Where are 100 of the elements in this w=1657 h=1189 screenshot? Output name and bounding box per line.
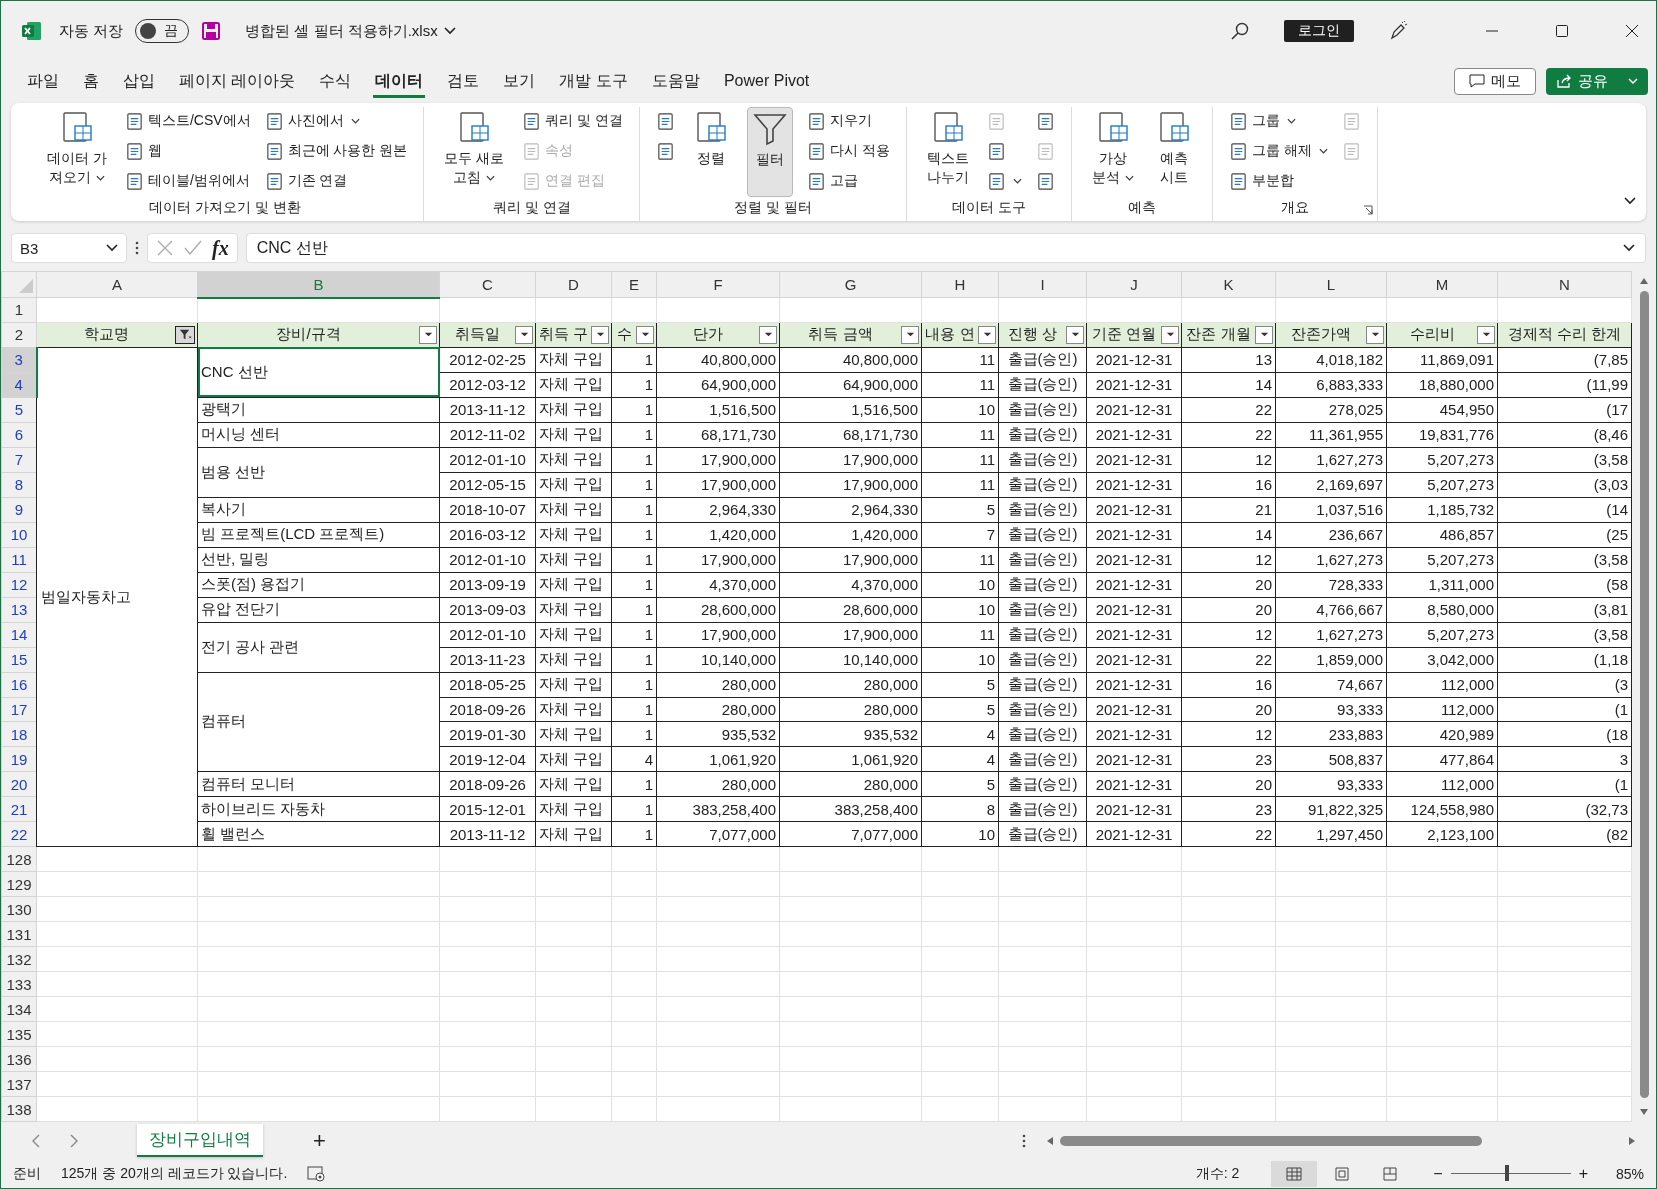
zoom-out-button[interactable]: − <box>1433 1164 1443 1183</box>
ribbon-tab[interactable]: 홈 <box>71 64 111 98</box>
ribbon-tab[interactable]: 수식 <box>307 64 364 98</box>
row-number[interactable]: 4 <box>1 372 37 398</box>
filter-button[interactable] <box>515 325 533 344</box>
ribbon-button[interactable]: 지우기 <box>807 109 890 133</box>
filter-button[interactable] <box>591 325 609 344</box>
maximize-icon[interactable] <box>1554 23 1570 39</box>
ribbon-button[interactable]: 가상 분석 <box>1087 107 1138 197</box>
name-box[interactable]: B3 <box>11 233 127 263</box>
share-button[interactable]: 공유 <box>1546 67 1648 95</box>
row-number[interactable]: 20 <box>1 771 37 797</box>
ribbon-tab[interactable]: 검토 <box>435 64 492 98</box>
file-name-button[interactable]: 병합된 셀 필터 적용하기.xlsx <box>245 21 456 41</box>
row-number[interactable]: 9 <box>1 497 37 523</box>
row-number[interactable]: 21 <box>1 796 37 822</box>
ribbon-button[interactable]: 웹 <box>124 139 251 163</box>
row-number[interactable]: 11 <box>1 547 37 573</box>
row-number[interactable]: 10 <box>1 522 37 548</box>
row-number[interactable]: 131 <box>1 921 37 947</box>
row-number[interactable]: 13 <box>1 597 37 623</box>
ribbon-button[interactable]: 정렬 <box>689 107 734 197</box>
ribbon-tab[interactable]: 파일 <box>15 64 71 98</box>
column-header[interactable]: G <box>779 271 922 298</box>
row-number[interactable]: 16 <box>1 672 37 697</box>
ribbon-button[interactable]: 모두 새로 고침 <box>440 107 509 197</box>
ribbon-tab[interactable]: 삽입 <box>111 64 167 98</box>
ribbon-button[interactable]: 다시 적용 <box>807 139 890 163</box>
add-sheet-button[interactable]: + <box>313 1127 326 1154</box>
ribbon-tab[interactable]: 페이지 레이아웃 <box>167 64 308 98</box>
row-number[interactable]: 8 <box>1 472 37 498</box>
column-header[interactable]: D <box>535 271 612 298</box>
column-header[interactable]: A <box>36 271 198 298</box>
ribbon-button[interactable]: 필터 <box>747 107 794 197</box>
accessibility-icon[interactable] <box>307 1165 326 1182</box>
insert-function-button[interactable]: fx <box>212 236 229 260</box>
memo-button[interactable]: 메모 <box>1454 67 1536 95</box>
spreadsheet-logo-icon[interactable] <box>21 20 43 42</box>
row-number[interactable]: 7 <box>1 447 37 473</box>
filter-button[interactable] <box>1161 325 1179 344</box>
pen-icon[interactable] <box>1388 21 1408 41</box>
ribbon-button[interactable]: 텍스트 나누기 <box>922 107 973 197</box>
ribbon-button[interactable]: 그룹 해제 <box>1228 139 1328 163</box>
more-icon[interactable] <box>1022 1132 1026 1149</box>
row-number[interactable]: 14 <box>1 622 37 648</box>
ribbon-button[interactable]: 고급 <box>807 169 890 193</box>
row-number[interactable]: 134 <box>1 996 37 1022</box>
column-header[interactable]: I <box>998 271 1087 298</box>
ribbon-button[interactable]: 기존 연결 <box>264 169 408 193</box>
ribbon-button[interactable]: 데이터 가 져오기 <box>43 107 111 197</box>
scroll-down-icon[interactable] <box>1639 1108 1649 1116</box>
column-header[interactable]: C <box>439 271 536 298</box>
row-number[interactable]: 22 <box>1 821 37 847</box>
column-header[interactable]: M <box>1386 271 1498 298</box>
filter-button[interactable] <box>978 325 996 344</box>
filter-button[interactable] <box>901 325 919 344</box>
collapse-ribbon-icon[interactable] <box>1624 197 1636 205</box>
next-sheet-icon[interactable] <box>69 1133 79 1148</box>
column-header[interactable]: J <box>1086 271 1182 298</box>
row-number[interactable]: 5 <box>1 397 37 423</box>
row-number[interactable]: 138 <box>1 1096 37 1122</box>
row-number[interactable]: 2 <box>1 322 37 348</box>
filter-button[interactable] <box>175 325 195 344</box>
filter-button[interactable] <box>1477 325 1495 344</box>
more-icon[interactable] <box>135 240 139 256</box>
ribbon-button[interactable]: 테이블/범위에서 <box>124 169 251 193</box>
column-header[interactable]: N <box>1497 271 1632 298</box>
login-button[interactable]: 로그인 <box>1284 20 1354 42</box>
row-number[interactable]: 12 <box>1 572 37 598</box>
ribbon-button[interactable]: 최근에 사용한 원본 <box>264 139 408 163</box>
filter-button[interactable] <box>1066 325 1084 344</box>
zoom-level[interactable]: 85% <box>1615 1165 1644 1182</box>
ribbon-button[interactable]: 사진에서 <box>264 109 408 133</box>
ribbon-button[interactable]: 텍스트/CSV에서 <box>124 109 251 133</box>
close-icon[interactable] <box>1624 23 1640 39</box>
zoom-in-button[interactable]: + <box>1578 1164 1588 1183</box>
row-number[interactable]: 130 <box>1 896 37 922</box>
row-number[interactable]: 6 <box>1 422 37 448</box>
ribbon-button[interactable]: 쿼리 및 연결 <box>522 109 624 133</box>
row-number[interactable]: 129 <box>1 871 37 897</box>
row-number[interactable]: 133 <box>1 971 37 997</box>
row-number[interactable]: 19 <box>1 746 37 772</box>
filter-button[interactable] <box>1366 325 1384 344</box>
filter-button[interactable] <box>636 325 654 344</box>
row-number[interactable]: 15 <box>1 647 37 673</box>
row-number[interactable]: 137 <box>1 1071 37 1097</box>
column-header[interactable]: F <box>656 271 780 298</box>
zoom-slider[interactable] <box>1504 1165 1509 1181</box>
column-header[interactable]: L <box>1275 271 1387 298</box>
scroll-right-icon[interactable] <box>1628 1135 1636 1146</box>
row-number[interactable]: 18 <box>1 721 37 747</box>
column-header[interactable]: H <box>921 271 999 298</box>
ribbon-tab[interactable]: Power Pivot <box>711 66 822 96</box>
previous-sheet-icon[interactable] <box>31 1133 41 1148</box>
ribbon-button[interactable]: 예측 시트 <box>1151 107 1196 197</box>
sheet-tab[interactable]: 장비구입내역 <box>137 1124 263 1157</box>
column-header[interactable]: E <box>611 271 657 298</box>
dialog-launcher-icon[interactable] <box>1362 205 1373 215</box>
search-icon[interactable] <box>1230 21 1250 41</box>
row-number[interactable]: 128 <box>1 846 37 872</box>
